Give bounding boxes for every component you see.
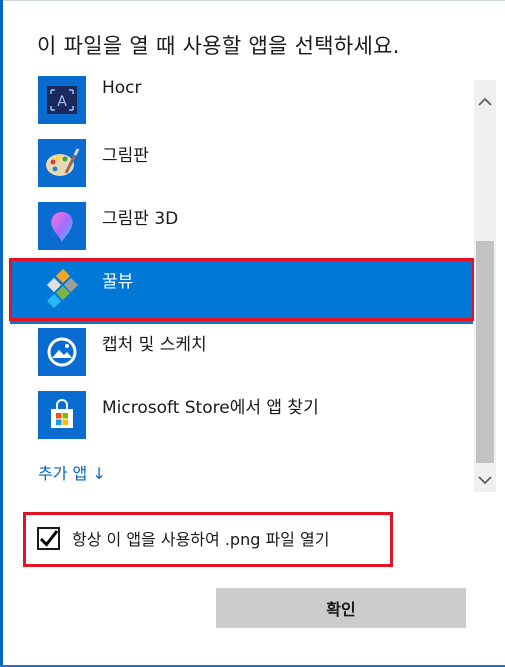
- app-label-microsoft-store: Microsoft Store에서 앱 찾기: [102, 398, 319, 418]
- app-label-hocr: Hocr: [102, 78, 142, 98]
- dialog-left-border: [0, 0, 3, 667]
- app-label-paint-3d: 그림판 3D: [102, 209, 179, 229]
- scroll-up-icon[interactable]: [474, 90, 496, 114]
- app-label-snip-sketch: 캡처 및 스케치: [102, 335, 207, 355]
- paint-3d-icon: [38, 202, 86, 250]
- more-apps-link[interactable]: 추가 앱 ↓: [38, 460, 106, 484]
- app-list-scrollbar[interactable]: [474, 80, 496, 492]
- checkmark-icon: [39, 529, 59, 547]
- app-item-honeyview[interactable]: 꿀뷰: [10, 261, 473, 324]
- dialog-title: 이 파일을 열 때 사용할 앱을 선택하세요.: [37, 34, 400, 58]
- app-item-paint[interactable]: 그림판: [10, 135, 473, 198]
- open-with-dialog: 이 파일을 열 때 사용할 앱을 선택하세요. A Hocr 그림판 그림판 3…: [0, 0, 505, 667]
- app-item-paint-3d[interactable]: 그림판 3D: [10, 198, 473, 261]
- always-use-checkbox[interactable]: [37, 526, 60, 550]
- svg-text:A: A: [57, 94, 67, 110]
- always-use-label: 항상 이 앱을 사용하여 .png 파일 열기: [72, 530, 330, 549]
- paint-palette-icon: [38, 139, 86, 187]
- scroll-down-icon[interactable]: [474, 468, 496, 492]
- app-item-hocr[interactable]: A Hocr: [10, 72, 473, 135]
- ok-button[interactable]: 확인: [216, 588, 466, 628]
- app-item-microsoft-store[interactable]: Microsoft Store에서 앱 찾기: [10, 387, 473, 450]
- honeyview-icon: [38, 265, 86, 313]
- snip-sketch-icon: [38, 328, 86, 376]
- app-list: A Hocr 그림판 그림판 3D 꿀뷰 캡처 및 스케치 Microsoft …: [10, 72, 473, 492]
- scrollbar-thumb[interactable]: [476, 241, 494, 463]
- app-label-paint: 그림판: [102, 146, 149, 166]
- dialog-top-border: [0, 0, 505, 1]
- app-item-snip-sketch[interactable]: 캡처 및 스케치: [10, 324, 473, 387]
- always-use-option[interactable]: 항상 이 앱을 사용하여 .png 파일 열기: [37, 524, 329, 552]
- hocr-icon: A: [38, 76, 86, 124]
- microsoft-store-icon: [38, 391, 86, 439]
- app-label-honeyview: 꿀뷰: [102, 272, 134, 292]
